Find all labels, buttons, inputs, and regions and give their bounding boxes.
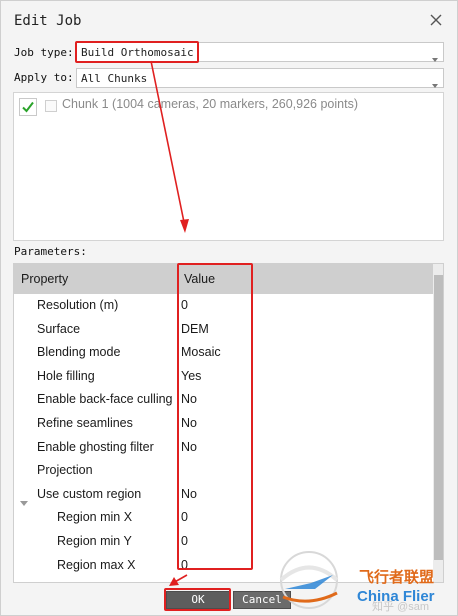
table-row[interactable]: Region min X 0 — [14, 506, 432, 530]
apply-to-label: Apply to: — [14, 71, 74, 84]
property-value[interactable]: Mosaic — [181, 345, 221, 359]
property-value[interactable]: 0 — [181, 298, 188, 312]
chunk-item-label: Chunk 1 (1004 cameras, 20 markers, 260,9… — [62, 97, 358, 111]
check-icon[interactable] — [19, 98, 37, 116]
title-bar: Edit Job — [1, 1, 457, 39]
table-row[interactable]: Hole filling Yes — [14, 365, 432, 389]
property-value[interactable]: Yes — [181, 369, 201, 383]
property-name: Resolution (m) — [37, 298, 119, 312]
property-name: Blending mode — [37, 345, 121, 360]
property-name: Surface — [37, 321, 81, 336]
table-row[interactable]: Enable back-face culling No — [14, 388, 432, 412]
job-type-select[interactable]: Build Orthomosaic — [76, 42, 444, 62]
job-type-value: Build Orthomosaic — [81, 46, 194, 59]
expand-chevron-icon[interactable] — [20, 492, 28, 506]
property-value[interactable]: 0 — [181, 510, 188, 524]
property-name: Refine seamlines — [37, 416, 133, 430]
property-value[interactable]: DEM — [181, 322, 209, 336]
chevron-down-icon — [431, 75, 439, 88]
scroll-up-icon[interactable] — [436, 267, 442, 282]
watermark-brand-cn: 飞行者联盟 — [359, 568, 435, 586]
table-row[interactable]: Use custom region No — [14, 483, 432, 507]
watermark-logo — [279, 551, 339, 609]
property-name: Enable ghosting filter — [37, 439, 154, 454]
table-row[interactable]: Blending mode Mosaic — [14, 341, 432, 365]
parameters-label: Parameters: — [14, 245, 87, 258]
property-value[interactable]: No — [181, 416, 197, 430]
property-name: Enable back-face culling — [37, 392, 173, 407]
property-value[interactable]: 0 — [181, 558, 188, 572]
watermark-zhihu: 知乎 @sam — [372, 601, 430, 613]
chunk-checkbox[interactable] — [45, 100, 57, 112]
chevron-down-icon — [431, 49, 439, 62]
apply-to-value: All Chunks — [81, 72, 148, 85]
table-row[interactable]: Region min Y 0 — [14, 530, 432, 554]
table-header: Property Value — [14, 264, 443, 294]
table-row[interactable]: Enable ghosting filter No — [14, 436, 432, 460]
table-row[interactable]: Refine seamlines No — [14, 412, 432, 436]
property-name: Region min X — [57, 510, 133, 525]
chunk-list: Chunk 1 (1004 cameras, 20 markers, 260,9… — [13, 92, 444, 241]
apply-to-select[interactable]: All Chunks — [76, 68, 444, 88]
table-row[interactable]: Projection — [14, 459, 432, 483]
property-value[interactable]: 0 — [181, 534, 188, 548]
dialog-title: Edit Job — [14, 13, 82, 29]
property-name: Region min Y — [57, 534, 132, 548]
table-row[interactable]: Surface DEM — [14, 318, 432, 342]
job-type-label: Job type: — [14, 46, 74, 59]
scroll-down-icon[interactable] — [436, 572, 442, 577]
parameters-table: Property Value Resolution (m) 0 Surface DEM… — [13, 263, 444, 583]
close-icon[interactable] — [429, 13, 445, 29]
property-value[interactable]: No — [181, 487, 197, 501]
property-name: Projection — [37, 463, 93, 478]
property-name: Hole filling — [37, 368, 95, 383]
ok-button[interactable]: OK — [166, 591, 230, 609]
property-value[interactable]: No — [181, 440, 197, 454]
vertical-scrollbar[interactable] — [433, 264, 443, 582]
scrollbar-thumb[interactable] — [434, 275, 443, 560]
property-value[interactable]: No — [181, 392, 197, 406]
property-name: Use custom region — [37, 486, 142, 501]
property-name: Region max X — [57, 557, 136, 572]
header-value: Value — [184, 272, 216, 286]
header-property: Property — [21, 272, 69, 286]
table-row[interactable]: Resolution (m) 0 — [14, 294, 432, 318]
edit-job-dialog: Edit Job Job type: Build Orthomosaic App… — [0, 0, 458, 616]
